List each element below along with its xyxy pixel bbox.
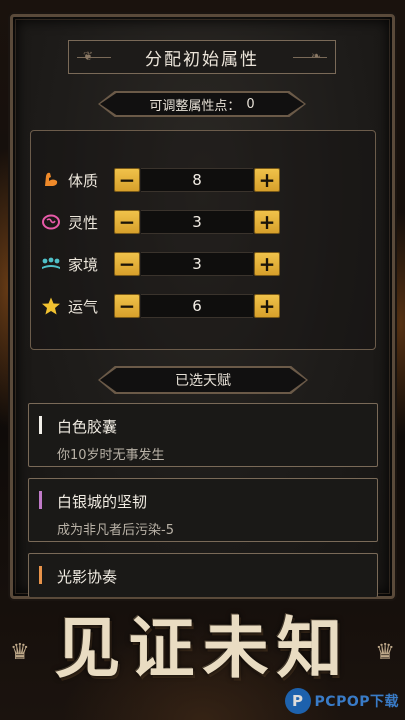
points-label: 可调整属性点： <box>149 98 241 114</box>
points-value: 0 <box>246 96 255 112</box>
attribute-value: 3 <box>141 210 253 234</box>
watermark: P PCPOP下载 <box>284 688 399 714</box>
watermark-logo-icon: P <box>284 688 311 714</box>
arm-muscle-icon <box>40 169 62 191</box>
points-banner: 可调整属性点： 0 <box>100 93 304 115</box>
right-flourish-icon: ❧ <box>310 49 321 63</box>
talent-desc: 成为非凡者后污染-5 <box>57 523 174 538</box>
increase-button[interactable]: + <box>254 210 280 234</box>
attribute-row-spirituality: 灵性 − 3 + <box>40 209 340 235</box>
decrease-button[interactable]: − <box>114 210 140 234</box>
attribute-name: 灵性 <box>68 213 99 232</box>
right-ornament-icon: ♛ <box>375 640 395 665</box>
attribute-value: 8 <box>141 168 253 192</box>
attribute-name: 运气 <box>68 297 99 316</box>
attribute-row-luck: 运气 − 6 + <box>40 293 340 319</box>
decrease-button[interactable]: − <box>114 252 140 276</box>
talent-color-bar <box>39 566 42 584</box>
left-flourish-icon: ❦ <box>83 49 94 63</box>
attribute-value: 6 <box>141 294 253 318</box>
talent-name: 白银城的坚韧 <box>57 493 148 511</box>
attribute-value: 3 <box>141 252 253 276</box>
talent-color-bar <box>39 416 42 434</box>
brain-icon <box>40 211 62 233</box>
attribute-row-family: 家境 − 3 + <box>40 251 340 277</box>
attribute-name: 体质 <box>68 171 99 190</box>
slogan: 见证未知 <box>54 609 351 687</box>
decrease-button[interactable]: − <box>114 294 140 318</box>
talent-card[interactable]: 光影协奏 <box>28 553 378 597</box>
talent-color-bar <box>39 491 42 509</box>
talent-card[interactable]: 白色胶囊 你10岁时无事发生 <box>28 403 378 467</box>
increase-button[interactable]: + <box>254 294 280 318</box>
attribute-name: 家境 <box>68 255 99 274</box>
increase-button[interactable]: + <box>254 252 280 276</box>
attribute-row-constitution: 体质 − 8 + <box>40 167 340 193</box>
page-title: 分配初始属性 <box>145 49 259 70</box>
talent-card[interactable]: 白银城的坚韧 成为非凡者后污染-5 <box>28 478 378 542</box>
coins-icon <box>40 253 62 275</box>
title-frame: ❦ 分配初始属性 ❧ <box>68 40 336 74</box>
talent-name: 光影协奏 <box>57 568 118 586</box>
talent-desc: 你10岁时无事发生 <box>57 448 165 463</box>
increase-button[interactable]: + <box>254 168 280 192</box>
talents-header: 已选天赋 <box>100 368 306 392</box>
talent-name: 白色胶囊 <box>57 418 118 436</box>
decrease-button[interactable]: − <box>114 168 140 192</box>
watermark-text: PCPOP下载 <box>314 694 399 710</box>
star-icon <box>40 295 62 317</box>
